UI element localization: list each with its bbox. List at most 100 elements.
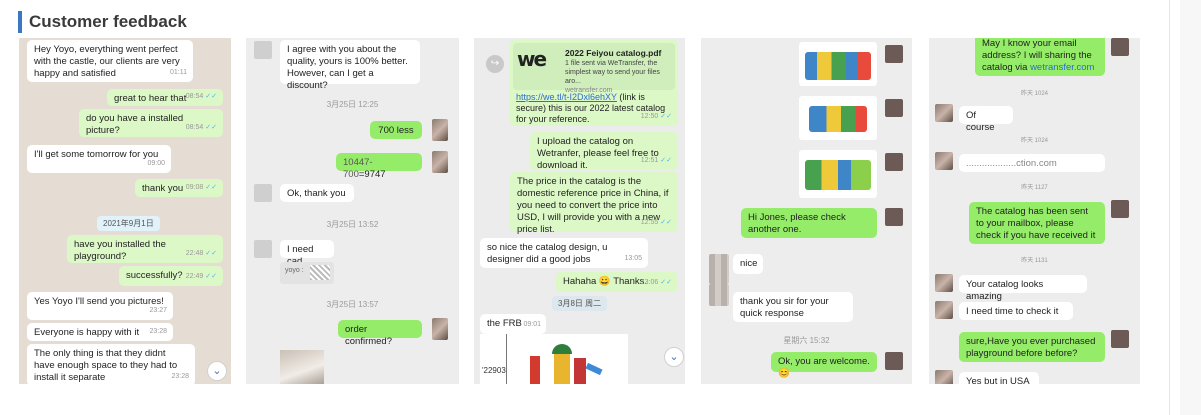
avatar xyxy=(709,284,729,306)
message-text: =9747 xyxy=(358,169,386,180)
message-link[interactable]: wetransfer.com xyxy=(1030,62,1094,73)
quote-thumbnail xyxy=(310,265,330,280)
timestamp: 星期六 15:32 xyxy=(783,336,830,345)
avatar xyxy=(885,45,903,63)
chat-screenshot-3: ↪ we 2022 Feiyou catalog.pdf 1 file sent… xyxy=(474,38,685,384)
date-separator: 2021年9月1日 xyxy=(97,216,160,231)
page-title: Customer feedback xyxy=(29,12,187,31)
message-text: have you installed the playground? xyxy=(74,239,166,262)
avatar xyxy=(254,240,272,258)
chat-screenshot-4: Hi Jones, please check another one. nice… xyxy=(701,38,912,384)
message-outgoing: successfully? 22:49 ✓✓ xyxy=(119,266,223,286)
timestamp: 3月25日 13:52 xyxy=(326,220,379,229)
message-time: 08:54 xyxy=(185,93,204,100)
message-incoming: the FRB 09:01 xyxy=(480,314,546,334)
message-text: thank you xyxy=(142,183,184,194)
message-outgoing: May I know your email address? I will sh… xyxy=(975,38,1105,76)
avatar xyxy=(432,318,448,340)
divider xyxy=(1169,0,1170,415)
message-outgoing: do you have a installed picture? 08:54 ✓… xyxy=(79,109,223,137)
avatar xyxy=(709,254,729,284)
timestamp: 昨天 1131 xyxy=(1021,258,1048,264)
message-incoming: ...................ction.com xyxy=(959,154,1105,172)
message-incoming: Your catalog looks amazing xyxy=(959,275,1087,302)
message-incoming: Ok, thank you xyxy=(280,184,354,202)
slide-tower xyxy=(530,356,540,384)
message-outgoing: The catalog has been sent to your mailbo… xyxy=(969,202,1105,244)
message-text: do you have a installed picture? xyxy=(86,113,184,136)
avatar xyxy=(254,184,272,202)
share-icon[interactable]: ↪ xyxy=(486,55,504,73)
timestamp: 昨天 1024 xyxy=(1020,138,1048,144)
message-outgoing: sure,Have you ever purchased playground … xyxy=(959,332,1105,362)
message-outgoing: Hahaha 😀 Thanks. 13:06 ✓✓ xyxy=(556,272,678,292)
message-incoming: thank you sir for your quick response xyxy=(733,292,853,322)
message-time: 09:00 xyxy=(147,160,165,167)
message-outgoing: I upload the catalog on Wetranfer, pleas… xyxy=(530,132,678,171)
avatar xyxy=(432,151,448,173)
message-text: successfully? xyxy=(126,270,183,281)
chat-screenshot-2: I agree with you about the quality, your… xyxy=(246,38,459,384)
message-outgoing: order confirmed? xyxy=(338,320,422,347)
message-outgoing: The price in the catalog is the domestic… xyxy=(510,172,678,235)
message-incoming: I need time to check it xyxy=(959,302,1073,320)
read-ticks-icon: ✓✓ xyxy=(205,184,217,191)
scroll-gutter xyxy=(1180,0,1201,415)
chevron-down-icon[interactable]: ⌄ xyxy=(664,347,684,367)
message-time: 23:28 xyxy=(149,328,167,335)
chat-screenshot-5: May I know your email address? I will sh… xyxy=(929,38,1140,384)
message-outgoing: 10447-700=9747 xyxy=(336,153,422,180)
read-ticks-icon: ✓✓ xyxy=(660,113,672,120)
message-text: so nice the catalog design, u designer d… xyxy=(487,242,608,265)
chevron-down-icon[interactable]: ⌄ xyxy=(207,361,227,381)
avatar xyxy=(1111,330,1129,348)
message-incoming: Yes but in USA xyxy=(959,372,1039,384)
message-text: Everyone is happy with it xyxy=(34,327,140,338)
avatar xyxy=(1111,38,1129,56)
message-outgoing: great to hear that 08:54 ✓✓ xyxy=(107,89,223,106)
read-ticks-icon: ✓✓ xyxy=(205,124,217,131)
message-time: 09:01 xyxy=(523,321,541,328)
tower xyxy=(574,358,586,384)
message-text: the FRB xyxy=(487,318,522,329)
read-ticks-icon: ✓✓ xyxy=(205,273,217,280)
read-ticks-icon: ✓✓ xyxy=(205,93,217,100)
message-incoming: I'll get some tomorrow for you 09:00 xyxy=(27,145,171,173)
date-separator: 3月8日 周二 xyxy=(552,296,608,311)
message-time: 12:50 xyxy=(640,113,659,120)
drawing-line xyxy=(506,334,507,384)
message-incoming: Yes Yoyo I'll send you pictures! 23:27 xyxy=(27,292,173,320)
message-incoming: Everyone is happy with it 23:28 xyxy=(27,323,173,341)
message-text: great to hear that xyxy=(114,93,187,104)
message-outgoing: we 2022 Feiyou catalog.pdf 1 file sent v… xyxy=(510,40,678,126)
read-ticks-icon: ✓✓ xyxy=(660,279,672,286)
timestamp: 昨天 1127 xyxy=(1021,185,1048,191)
message-time: 12:51 xyxy=(640,157,659,164)
avatar xyxy=(885,208,903,226)
drawing-attachment: '22903 xyxy=(480,334,628,384)
message-time: 08:54 xyxy=(185,124,204,131)
message-time: 22:49 xyxy=(185,273,204,280)
message-outgoing: have you installed the playground? 22:48… xyxy=(67,235,223,263)
avatar xyxy=(432,119,448,141)
playground-photo xyxy=(799,42,877,86)
quoted-message: yoyo : xyxy=(280,262,334,284)
message-incoming: so nice the catalog design, u designer d… xyxy=(480,238,648,268)
roof xyxy=(552,344,572,354)
message-text: Hahaha 😀 Thanks. xyxy=(563,276,648,287)
quote-label: yoyo : xyxy=(285,267,304,274)
avatar xyxy=(885,153,903,171)
header-accent-bar xyxy=(18,11,22,33)
card-description: 1 file sent via WeTransfer, the simplest… xyxy=(565,60,660,85)
playground-photo xyxy=(799,150,877,198)
link-preview-card[interactable]: we 2022 Feiyou catalog.pdf 1 file sent v… xyxy=(513,43,675,94)
message-time: 23:28 xyxy=(171,373,189,380)
product-image xyxy=(805,160,871,190)
message-incoming: I agree with you about the quality, your… xyxy=(280,40,420,91)
photo-thumbnail xyxy=(280,350,324,384)
avatar xyxy=(935,274,953,292)
message-time: 12:55 xyxy=(640,219,659,226)
product-image xyxy=(805,52,871,80)
avatar xyxy=(885,352,903,370)
chat-screenshot-1: Hey Yoyo, everything went perfect with t… xyxy=(19,38,231,384)
